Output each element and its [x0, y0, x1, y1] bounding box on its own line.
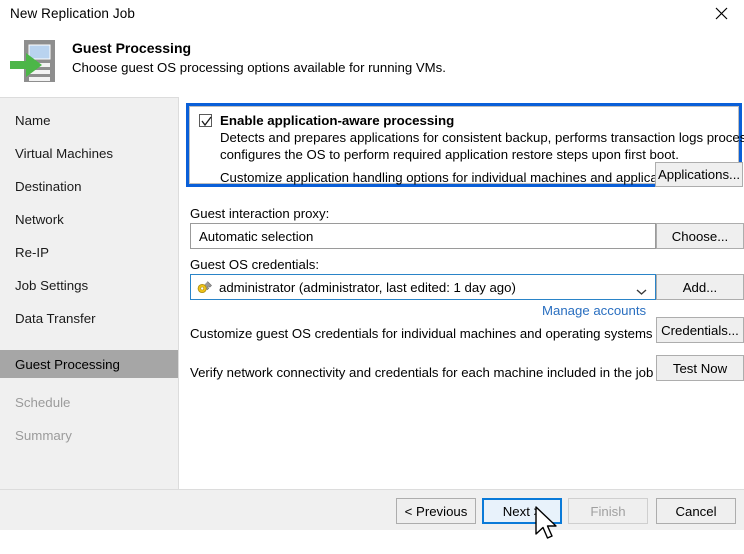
sidebar-item-guest-processing[interactable]: Guest Processing — [0, 350, 178, 378]
page-subtitle: Choose guest OS processing options avail… — [72, 60, 446, 75]
wizard-footer: < Previous Next > Finish Cancel — [0, 489, 744, 530]
applications-button[interactable]: Applications... — [655, 162, 743, 187]
manage-accounts-link[interactable]: Manage accounts — [542, 303, 646, 318]
sidebar-item-summary[interactable]: Summary — [0, 421, 178, 449]
sidebar-item-data-transfer[interactable]: Data Transfer — [0, 304, 178, 332]
previous-button[interactable]: < Previous — [396, 498, 476, 524]
close-button[interactable] — [698, 0, 744, 30]
app-aware-description-line1: Detects and prepares applications for co… — [220, 130, 744, 145]
finish-button: Finish — [568, 498, 648, 524]
wizard-steps-sidebar: Name Virtual Machines Destination Networ… — [0, 97, 178, 489]
enable-app-aware-checkbox[interactable] — [199, 114, 212, 127]
checkmark-icon — [201, 116, 212, 127]
cancel-button[interactable]: Cancel — [656, 498, 736, 524]
guest-interaction-proxy-label: Guest interaction proxy: — [190, 206, 330, 221]
guest-os-credentials-combobox[interactable]: administrator (administrator, last edite… — [190, 274, 656, 300]
sidebar-item-network[interactable]: Network — [0, 205, 178, 233]
sidebar-item-job-settings[interactable]: Job Settings — [0, 271, 178, 299]
choose-proxy-button[interactable]: Choose... — [656, 223, 744, 249]
app-aware-customize-text: Customize application handling options f… — [220, 170, 686, 185]
sidebar-item-name[interactable]: Name — [0, 106, 178, 134]
guest-interaction-proxy-input[interactable]: Automatic selection — [190, 223, 656, 249]
page-title: Guest Processing — [72, 40, 192, 56]
sidebar-item-schedule[interactable]: Schedule — [0, 388, 178, 416]
footer-bottom-strip — [0, 530, 744, 554]
sidebar-item-destination[interactable]: Destination — [0, 172, 178, 200]
key-icon — [197, 279, 213, 295]
wizard-header: Guest Processing Choose guest OS process… — [0, 30, 744, 97]
application-aware-highlight-box: Enable application-aware processing Dete… — [186, 103, 744, 187]
verify-connectivity-text: Verify network connectivity and credenti… — [190, 365, 654, 380]
sidebar-item-virtual-machines[interactable]: Virtual Machines — [0, 139, 178, 167]
guest-os-credentials-label: Guest OS credentials: — [190, 257, 320, 272]
customize-credentials-text: Customize guest OS credentials for indiv… — [190, 326, 653, 341]
add-credentials-button[interactable]: Add... — [656, 274, 744, 300]
server-arrow-icon — [9, 38, 61, 86]
close-icon — [715, 7, 728, 23]
next-button[interactable]: Next > — [482, 498, 562, 524]
sidebar-item-re-ip[interactable]: Re-IP — [0, 238, 178, 266]
enable-app-aware-label: Enable application-aware processing — [220, 113, 455, 128]
window-title: New Replication Job — [10, 6, 135, 21]
credentials-button[interactable]: Credentials... — [656, 317, 744, 343]
chevron-down-icon[interactable] — [636, 284, 647, 295]
app-aware-description-line2: configures the OS to perform required ap… — [220, 147, 679, 162]
guest-os-credentials-value: administrator (administrator, last edite… — [219, 279, 516, 295]
title-bar: New Replication Job — [0, 0, 744, 30]
test-now-button[interactable]: Test Now — [656, 355, 744, 381]
replication-job-wizard: New Replication Job Guest Processing Cho… — [0, 0, 744, 554]
guest-processing-panel: Enable application-aware processing Dete… — [179, 97, 744, 489]
